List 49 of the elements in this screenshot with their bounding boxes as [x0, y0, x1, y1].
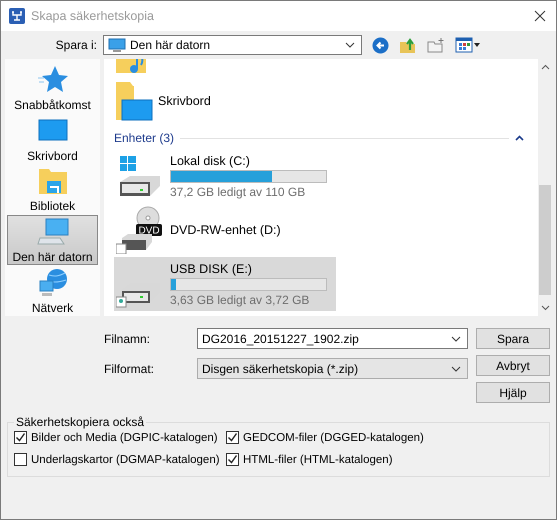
dialog-button[interactable]: Avbryt [476, 355, 550, 376]
filename-field[interactable]: DG2016_20151227_1902.zip [197, 328, 468, 349]
checkbox[interactable] [14, 453, 27, 466]
chevron-down-icon[interactable] [451, 336, 461, 342]
drive-name: DVD-RW-enhet (D:) [170, 223, 281, 237]
drive-item[interactable]: Lokal disk (C:) 37,2 GB ledigt av 110 GB [114, 149, 336, 203]
places-item[interactable]: Skrivbord [7, 114, 98, 164]
folder-item[interactable]: Skrivbord [114, 75, 538, 127]
window-title: Skapa säkerhetskopia [31, 9, 155, 23]
scroll-up-icon[interactable] [540, 64, 550, 70]
back-icon[interactable] [372, 36, 389, 54]
places-item[interactable]: Nätverk [7, 265, 98, 316]
view-menu-icon[interactable] [455, 37, 481, 53]
backup-option[interactable]: Bilder och Media (DGPIC-katalogen) [14, 431, 226, 444]
dialog-button[interactable]: Spara [476, 328, 550, 349]
drive-item[interactable]: DVD DVD-RW-enhet (D:) [114, 203, 336, 257]
chevron-down-icon[interactable] [345, 42, 355, 48]
network-globe-icon [36, 266, 68, 299]
drive-item[interactable]: USB DISK (E:) 3,63 GB ledigt av 3,72 GB [114, 257, 336, 311]
checkbox[interactable] [226, 453, 239, 466]
places-item[interactable]: Snabbåtkomst [7, 63, 98, 114]
dialog-button[interactable]: Hjälp [476, 382, 550, 403]
collapse-icon[interactable] [515, 135, 524, 141]
computer-icon [108, 38, 126, 52]
app-icon [9, 8, 25, 24]
desktop-folder-icon [114, 80, 154, 122]
free-space-text: 3,63 GB ledigt av 3,72 GB [170, 292, 310, 306]
free-space-text: 37,2 GB ledigt av 110 GB [170, 184, 306, 198]
places-item[interactable]: Den här datorn [7, 214, 98, 266]
group-header[interactable]: Enheter (3) [114, 131, 174, 145]
close-icon[interactable] [534, 10, 546, 22]
file-format-label: Filformat: [104, 362, 156, 376]
save-in-label: Spara i: [54, 38, 97, 52]
backup-option[interactable]: HTML-filer (HTML-katalogen) [226, 453, 543, 466]
scroll-down-icon[interactable] [540, 305, 550, 311]
checkbox[interactable] [14, 431, 27, 444]
chevron-down-icon[interactable] [451, 366, 461, 372]
filename-label: Filnamn: [104, 332, 152, 346]
backup-option[interactable]: Underlagskartor (DGMAP-katalogen) [14, 453, 226, 466]
checkbox[interactable] [226, 431, 239, 444]
places-item[interactable]: Bibliotek [7, 164, 98, 215]
drive-name: Lokal disk (C:) [170, 154, 251, 168]
up-folder-icon[interactable] [399, 36, 417, 54]
group-title: Säkerhetskopiera också [15, 415, 146, 429]
backup-option[interactable]: GEDCOM-filer (DGGED-katalogen) [226, 431, 543, 444]
save-in-dropdown[interactable]: Den här datorn [103, 35, 362, 55]
drive-name: USB DISK (E:) [170, 262, 253, 276]
file-format-dropdown[interactable]: Disgen säkerhetskopia (*.zip) [197, 358, 468, 379]
new-folder-icon[interactable] [427, 37, 445, 53]
